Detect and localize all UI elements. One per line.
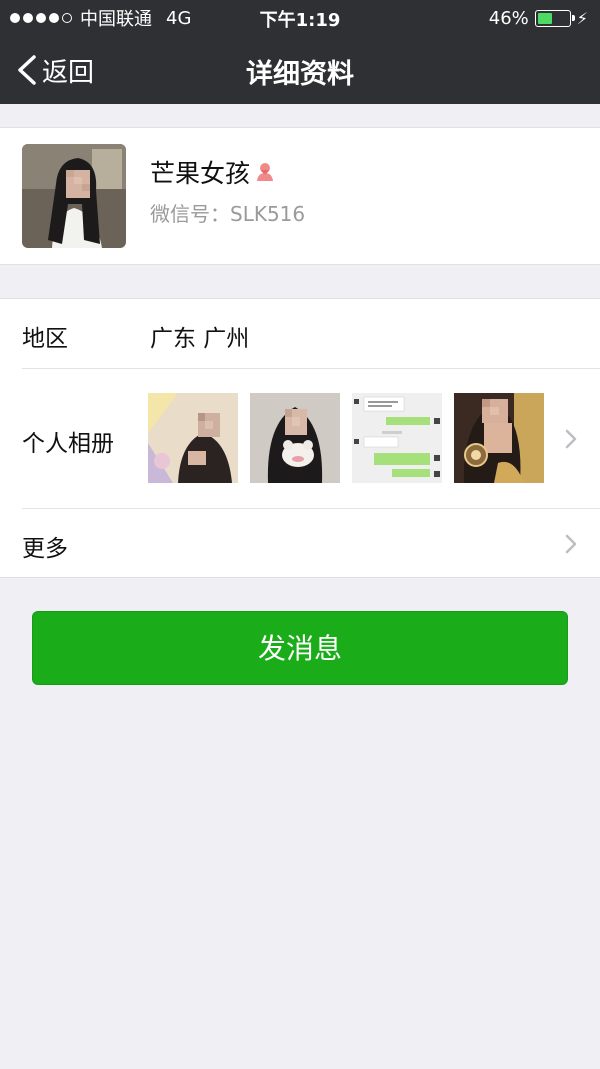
more-row[interactable]: 更多 bbox=[0, 509, 600, 579]
chevron-right-icon bbox=[565, 429, 577, 449]
album-thumbnail[interactable] bbox=[454, 393, 544, 483]
more-label: 更多 bbox=[22, 536, 68, 562]
charging-icon: ⚡ bbox=[576, 8, 588, 28]
album-thumbnails bbox=[148, 393, 544, 483]
avatar[interactable] bbox=[22, 144, 126, 248]
region-row: 地区 广东 广州 bbox=[0, 299, 600, 369]
navigation-bar: 返回 详细资料 bbox=[0, 36, 600, 104]
status-right: 46% ⚡ bbox=[489, 7, 588, 29]
display-name: 芒果女孩 bbox=[150, 159, 251, 188]
avatar-image bbox=[22, 144, 126, 248]
wechat-id: 微信号：SLK516 bbox=[150, 202, 306, 226]
region-label: 地区 bbox=[22, 326, 68, 352]
female-icon bbox=[257, 163, 274, 181]
battery-level bbox=[537, 12, 552, 24]
album-thumbnail[interactable] bbox=[250, 393, 340, 483]
album-thumbnail[interactable] bbox=[148, 393, 238, 483]
profile-card: 芒果女孩 微信号：SLK516 bbox=[0, 127, 600, 265]
page-title: 详细资料 bbox=[246, 59, 354, 90]
battery-icon bbox=[534, 9, 575, 27]
album-thumbnail[interactable] bbox=[352, 393, 442, 483]
send-message-button[interactable]: 发消息 bbox=[32, 611, 568, 685]
status-bar: 中国联通 4G 下午1:19 46% ⚡ bbox=[0, 0, 600, 36]
region-value: 广东 广州 bbox=[150, 326, 250, 352]
personal-album-row[interactable]: 个人相册 bbox=[0, 369, 600, 509]
name-row: 芒果女孩 bbox=[150, 154, 276, 190]
details-group: 地区 广东 广州 个人相册 更多 bbox=[0, 298, 600, 578]
battery-percent: 46% bbox=[488, 7, 529, 29]
chevron-right-icon bbox=[565, 534, 577, 554]
album-label: 个人相册 bbox=[22, 431, 114, 457]
